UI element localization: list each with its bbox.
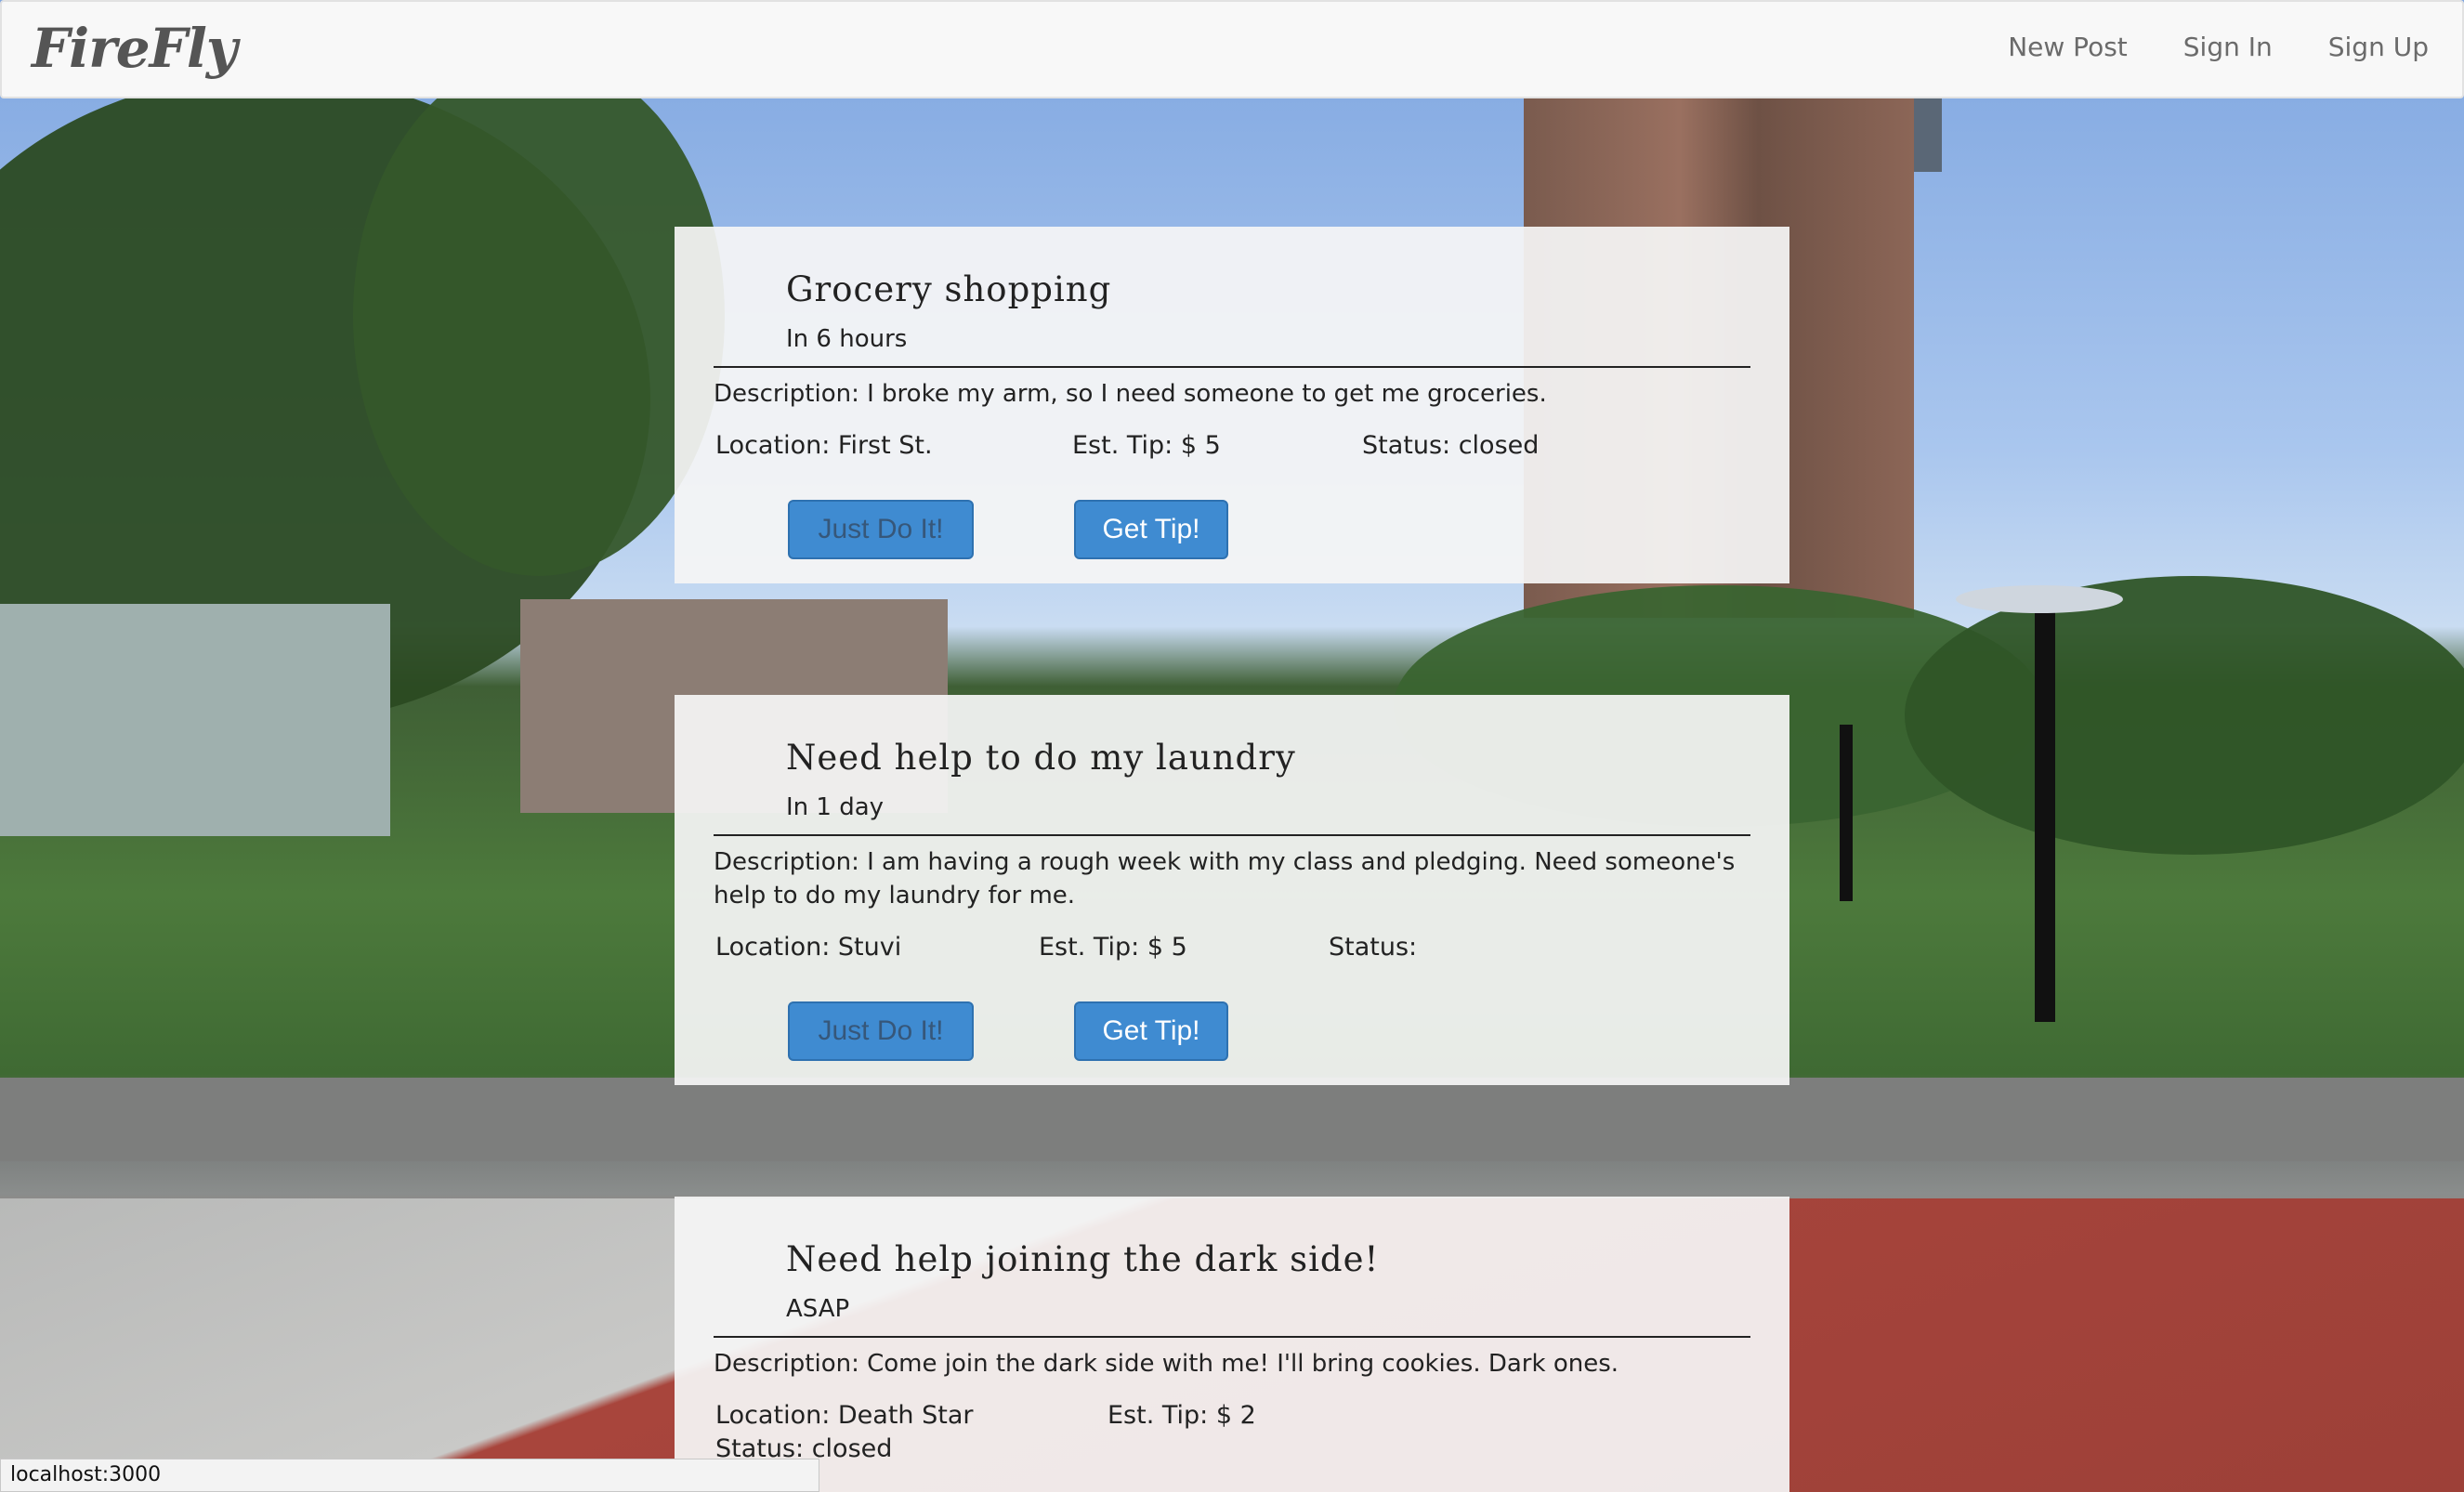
post-location: Location: Stuvi (715, 933, 902, 962)
post-card: Need help joining the dark side! ASAP De… (675, 1197, 1789, 1492)
post-card: Grocery shopping In 6 hours Description:… (675, 227, 1789, 583)
post-divider (714, 834, 1750, 836)
post-tip: Est. Tip: $ 5 (1039, 933, 1187, 962)
post-divider (714, 366, 1750, 368)
browser-status-url: localhost:3000 (0, 1459, 819, 1492)
post-tip: Est. Tip: $ 2 (1107, 1401, 1256, 1430)
post-card: Need help to do my laundry In 1 day Desc… (675, 695, 1789, 1085)
post-location: Location: First St. (715, 431, 933, 460)
nav-links: New Post Sign In Sign Up (2008, 32, 2429, 62)
post-status: Status: (1329, 933, 1418, 962)
nav-sign-in-link[interactable]: Sign In (2183, 32, 2273, 62)
post-divider (714, 1336, 1750, 1338)
post-tip: Est. Tip: $ 5 (1072, 431, 1221, 460)
get-tip-button[interactable]: Get Tip! (1074, 1001, 1228, 1061)
post-title: Need help to do my laundry (786, 738, 1296, 778)
just-do-it-button[interactable]: Just Do It! (788, 500, 974, 559)
get-tip-button[interactable]: Get Tip! (1074, 500, 1228, 559)
just-do-it-button[interactable]: Just Do It! (788, 1001, 974, 1061)
nav-sign-up-link[interactable]: Sign Up (2328, 32, 2429, 62)
post-description: Description: I am having a rough week wi… (714, 848, 1736, 910)
top-navbar: FireFly New Post Sign In Sign Up (0, 0, 2464, 98)
post-time: ASAP (786, 1295, 850, 1323)
post-location: Location: Death Star (715, 1401, 974, 1430)
post-description: Description: Come join the dark side wit… (714, 1350, 1619, 1378)
post-time: In 1 day (786, 793, 885, 821)
post-title: Need help joining the dark side! (786, 1239, 1380, 1279)
post-status: Status: closed (1362, 431, 1540, 460)
post-time: In 6 hours (786, 325, 908, 353)
nav-new-post-link[interactable]: New Post (2008, 32, 2128, 62)
post-title: Grocery shopping (786, 269, 1112, 309)
brand-logo[interactable]: FireFly (32, 17, 238, 80)
post-description: Description: I broke my arm, so I need s… (714, 380, 1547, 408)
